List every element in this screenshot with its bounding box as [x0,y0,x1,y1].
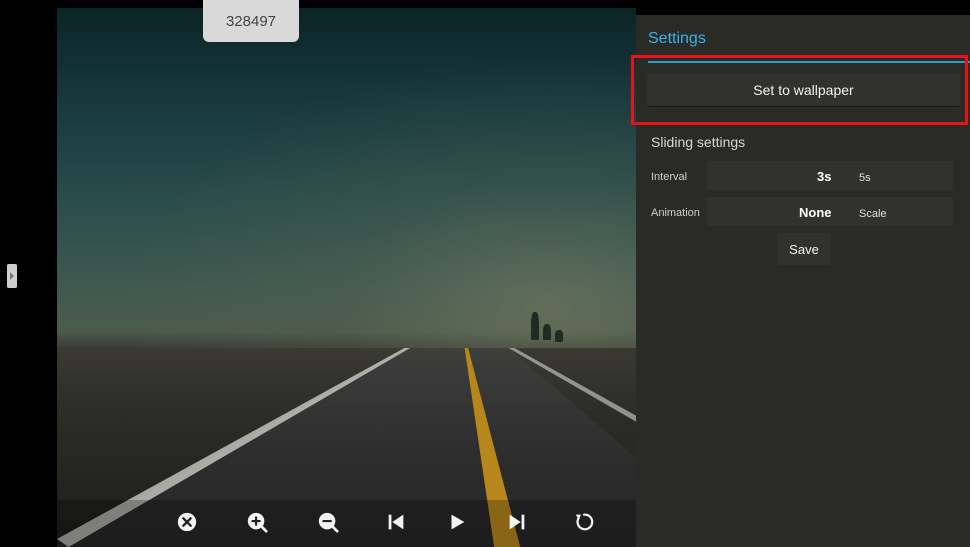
photo-tree [531,312,539,340]
interval-option-selected[interactable]: 3s [817,169,831,184]
sliding-settings-heading: Sliding settings [651,134,746,150]
interval-label: Interval [651,171,688,183]
skip-next-icon[interactable] [503,508,531,536]
interval-option[interactable]: 5s [859,172,871,184]
skip-previous-icon[interactable] [382,508,410,536]
save-button[interactable]: Save [777,233,831,265]
screen: 328497 Settings Set to wallpaper Sliding… [0,0,970,547]
photo-tree [555,330,563,342]
animation-label: Animation [651,207,700,219]
left-drawer-handle[interactable] [7,264,17,288]
rotate-icon[interactable] [570,508,598,536]
image-id-chip: 328497 [203,0,299,42]
play-icon[interactable] [443,508,471,536]
animation-option-selected[interactable]: None [799,205,832,220]
close-circle-icon[interactable] [173,508,201,536]
settings-title: Settings [648,30,706,47]
photo-tree [543,324,551,340]
playback-controls [57,500,636,547]
zoom-out-icon[interactable] [314,508,342,536]
highlight-box [631,55,968,125]
zoom-in-icon[interactable] [243,508,271,536]
animation-option[interactable]: Scale [859,208,887,220]
photo-viewer[interactable] [57,8,636,547]
